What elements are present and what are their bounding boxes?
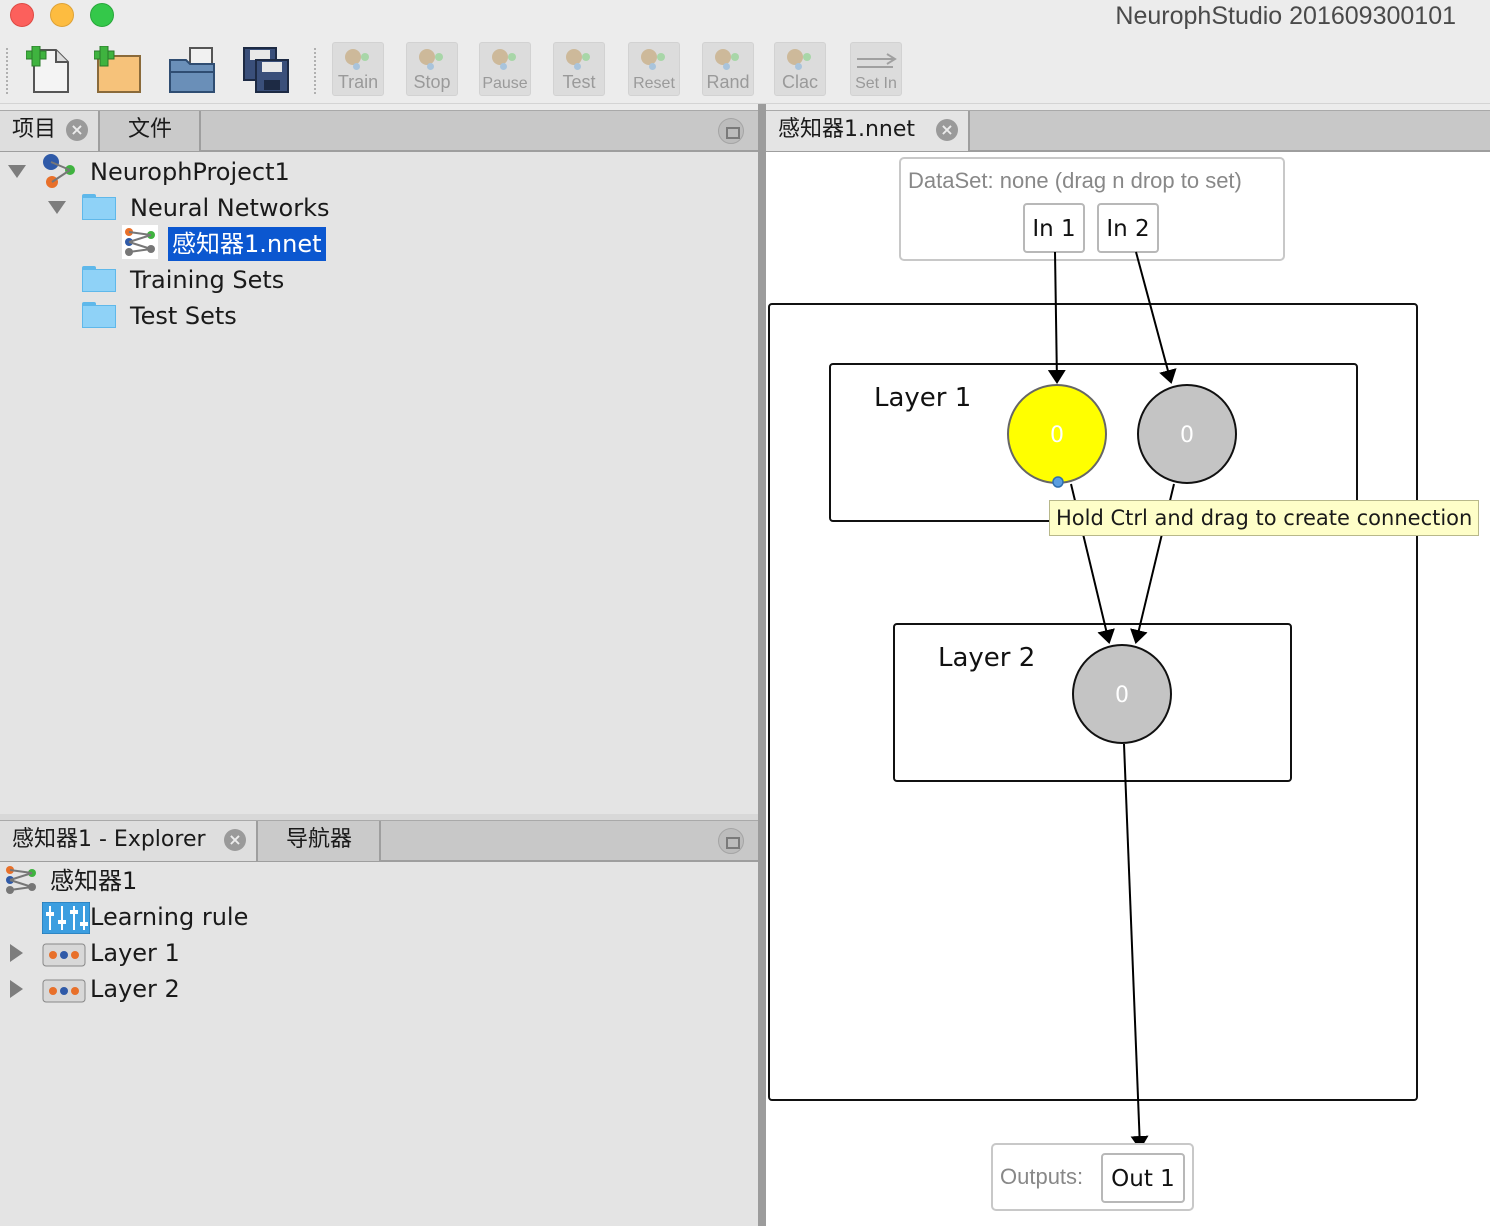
reset-button[interactable]: Reset (628, 42, 680, 96)
maximize-window-button[interactable] (90, 3, 114, 27)
stop-icon (419, 49, 435, 65)
close-tab-icon[interactable]: × (936, 119, 958, 141)
new-file-button[interactable] (93, 45, 144, 96)
randomize-label: Rand (706, 72, 750, 92)
calculate-button[interactable]: Clac (774, 42, 826, 96)
calculate-icon (787, 49, 803, 65)
projects-panel-tabbar: 项目 × 文件 (0, 110, 758, 152)
layer-label: Layer 1 (874, 383, 971, 413)
tab-explorer-label: 感知器1 - Explorer (12, 827, 206, 852)
layer1-node[interactable]: Layer 1 (90, 936, 180, 970)
connection-handle[interactable] (1052, 476, 1064, 488)
pause-label: Pause (482, 75, 528, 92)
new-file-icon (93, 45, 141, 93)
close-tab-icon[interactable]: × (224, 829, 246, 851)
vertical-splitter[interactable] (758, 104, 766, 1226)
test-label: Test (562, 72, 596, 92)
outputs-label: Outputs: (1000, 1164, 1083, 1189)
new-project-button[interactable] (25, 45, 76, 96)
folder-icon (82, 302, 116, 328)
tab-network-editor-label: 感知器1.nnet (778, 117, 916, 142)
minimize-panel-button[interactable] (718, 828, 744, 854)
toolbar: Train Stop Pause Test Reset Rand Clac Se… (0, 34, 1490, 104)
test-sets-node[interactable]: Test Sets (130, 299, 237, 333)
projects-tree: NeurophProject1 Neural Networks 感知器1.nne… (0, 152, 758, 814)
tab-projects[interactable]: 项目 × (0, 111, 100, 151)
neuron-value: 0 (1180, 423, 1194, 448)
network-icon (6, 866, 36, 894)
dataset-label: DataSet: none (drag n drop to set) (908, 168, 1242, 193)
save-all-button[interactable] (242, 46, 292, 96)
toolbar-grip (314, 48, 316, 94)
tab-projects-label: 项目 (12, 117, 57, 142)
title-bar: NeurophStudio 201609300101 (0, 0, 1490, 34)
open-project-button[interactable] (168, 46, 218, 96)
tab-navigator-label: 导航器 (286, 827, 353, 852)
layer2-node[interactable]: Layer 2 (90, 972, 180, 1006)
stop-button[interactable]: Stop (406, 42, 458, 96)
open-project-icon (169, 47, 215, 93)
layer-label: Layer 2 (938, 643, 1035, 673)
editor-tabbar: 感知器1.nnet × (766, 110, 1490, 152)
layer-icon (42, 943, 86, 967)
tab-files[interactable]: 文件 (100, 111, 201, 151)
train-label: Train (337, 72, 379, 92)
minimize-window-button[interactable] (50, 3, 74, 27)
neuron-value: 0 (1050, 423, 1064, 448)
pause-button[interactable]: Pause (479, 42, 531, 96)
tab-navigator[interactable]: 导航器 (258, 821, 381, 861)
explorer-tree: 感知器1 Learning rule Layer 1 Layer 2 (0, 862, 758, 1226)
project-icon (43, 154, 75, 188)
test-button[interactable]: Test (553, 42, 605, 96)
stop-label: Stop (413, 72, 451, 92)
learning-rule-icon (42, 902, 90, 934)
reset-label: Reset (633, 75, 675, 92)
expand-layer2-icon[interactable] (10, 980, 23, 998)
reset-icon (641, 49, 657, 65)
new-project-icon (25, 45, 69, 93)
tab-files-label: 文件 (128, 117, 173, 142)
toolbar-grip (6, 48, 8, 94)
set-input-button[interactable]: Set In (850, 42, 902, 96)
network-file-icon (122, 225, 158, 259)
folder-icon (82, 266, 116, 292)
network-diagram: DataSet: none (drag n drop to set) In 1 … (768, 157, 1418, 1211)
input-node-label: In 2 (1106, 216, 1149, 242)
project-node[interactable]: NeurophProject1 (90, 155, 290, 189)
close-tab-icon[interactable]: × (66, 119, 88, 141)
set-input-label: Set In (855, 75, 897, 92)
network-file-node[interactable]: 感知器1.nnet (168, 227, 326, 261)
layer-icon (42, 979, 86, 1003)
close-window-button[interactable] (10, 3, 34, 27)
output-node-label: Out 1 (1111, 1166, 1175, 1192)
save-all-icon (243, 47, 289, 93)
randomize-button[interactable]: Rand (702, 42, 754, 96)
calculate-label: Clac (781, 72, 818, 92)
connection-tooltip: Hold Ctrl and drag to create connection (1049, 500, 1480, 536)
network-node[interactable]: 感知器1 (50, 864, 137, 898)
collapse-networks-icon[interactable] (48, 201, 66, 214)
train-icon (345, 49, 361, 65)
explorer-panel-tabbar: 感知器1 - Explorer × 导航器 (0, 820, 758, 862)
neural-networks-node[interactable]: Neural Networks (130, 191, 330, 225)
expand-layer1-icon[interactable] (10, 944, 23, 962)
learning-rule-node[interactable]: Learning rule (90, 900, 248, 934)
test-icon (566, 49, 582, 65)
training-sets-node[interactable]: Training Sets (130, 263, 284, 297)
tab-network-editor[interactable]: 感知器1.nnet × (766, 111, 970, 151)
pause-icon (492, 49, 508, 65)
tab-explorer[interactable]: 感知器1 - Explorer × (0, 821, 258, 861)
window-title: NeurophStudio 201609300101 (1115, 2, 1456, 30)
randomize-icon (715, 49, 731, 65)
minimize-panel-button[interactable] (718, 118, 744, 144)
set-input-icon (857, 53, 897, 68)
input-node-label: In 1 (1032, 216, 1075, 242)
train-button[interactable]: Train (332, 42, 384, 96)
neuroph-studio-window: NeurophStudio 201609300101 Train Stop Pa… (0, 0, 1490, 1226)
folder-icon (82, 194, 116, 220)
neuron-value: 0 (1115, 683, 1129, 708)
collapse-project-icon[interactable] (8, 165, 26, 178)
network-canvas[interactable]: DataSet: none (drag n drop to set) In 1 … (766, 152, 1490, 1226)
